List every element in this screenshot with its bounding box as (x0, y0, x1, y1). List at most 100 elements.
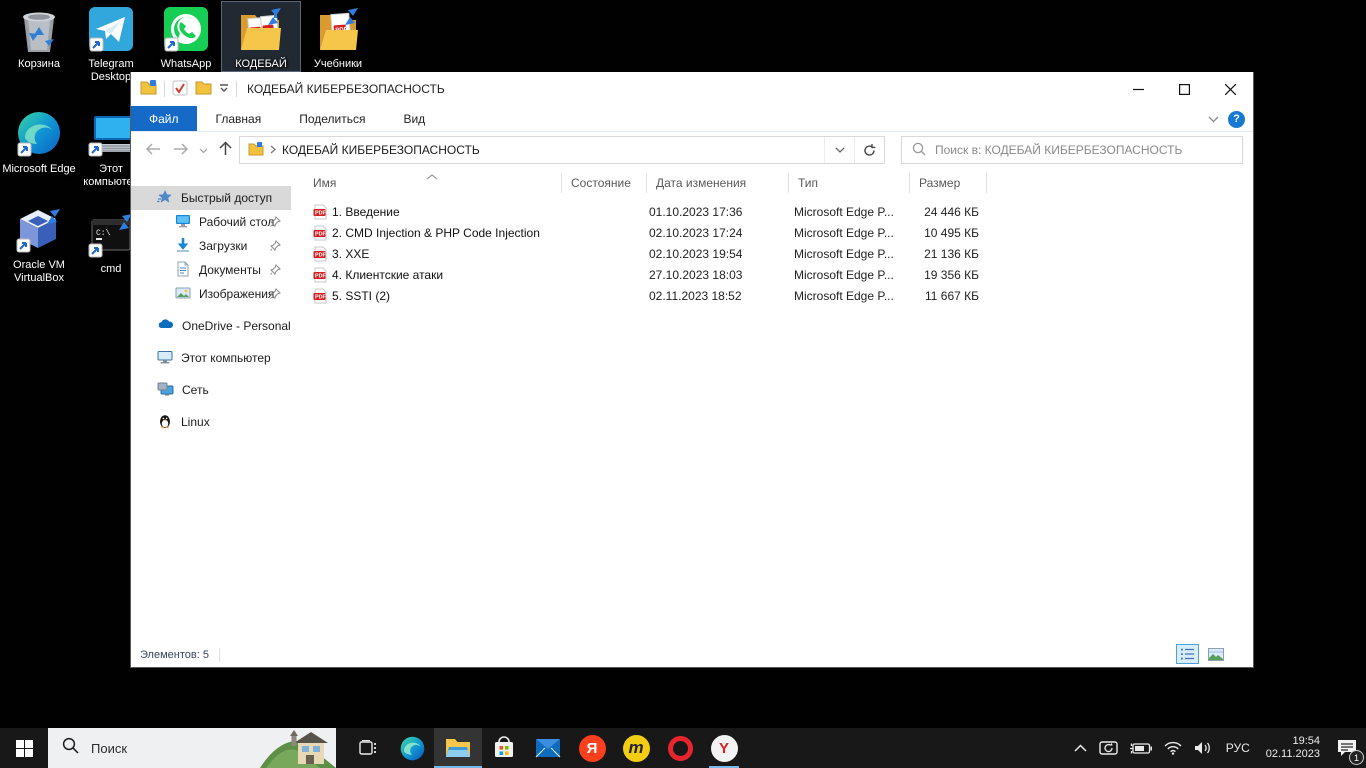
file-row[interactable]: PDF 2. CMD Injection & PHP Code Injectio… (291, 223, 1253, 244)
folder-icon[interactable] (195, 80, 212, 98)
desktop-icon-virtualbox[interactable]: Oracle VM VirtualBox (0, 206, 78, 285)
task-view-button[interactable] (346, 728, 390, 768)
breadcrumb-segment[interactable]: КОДЕБАЙ КИБЕРБЕЗОПАСНОСТЬ (282, 143, 480, 157)
address-history-chevron-icon[interactable] (824, 137, 854, 163)
taskbar-edge-button[interactable] (390, 728, 434, 768)
tray-battery-icon[interactable] (1124, 728, 1158, 768)
maximize-button[interactable] (1161, 72, 1207, 106)
sidebar-item-desktop[interactable]: Рабочий стол (131, 210, 291, 234)
desktop-icon-recycle-bin[interactable]: Корзина (0, 5, 78, 71)
column-header-type[interactable]: Тип (798, 176, 818, 190)
breadcrumb-chevron-icon[interactable] (270, 143, 276, 157)
details-view-button[interactable] (1176, 644, 1199, 664)
folder-pdf-icon: PDF (299, 5, 377, 55)
recent-locations-chevron-icon[interactable] (197, 143, 210, 157)
thumbnails-view-button[interactable] (1204, 644, 1227, 664)
desktop-monitor-icon (175, 213, 191, 232)
minimize-button[interactable] (1115, 72, 1161, 106)
desktop-icon-label: WhatsApp (147, 58, 225, 71)
tray-language-indicator[interactable]: РУС (1218, 741, 1258, 755)
svg-text:PDF: PDF (315, 273, 326, 279)
window-controls (1115, 72, 1253, 106)
refresh-button[interactable] (854, 137, 884, 163)
file-row[interactable]: PDF 4. Клиентские атаки 27.10.2023 18:03… (291, 265, 1253, 286)
action-center-button[interactable]: 1 (1328, 728, 1366, 768)
file-type: Microsoft Edge P... (794, 289, 894, 303)
sidebar-item-network[interactable]: Сеть (131, 378, 291, 402)
pdf-file-icon: PDF (313, 225, 328, 244)
svg-text:C:\: C:\ (96, 229, 111, 238)
sidebar-item-label: Документы (199, 263, 261, 277)
sidebar-item-documents[interactable]: Документы (131, 258, 291, 282)
address-path: КОДЕБАЙ КИБЕРБЕЗОПАСНОСТЬ (240, 142, 824, 159)
tray-clock[interactable]: 19:54 02.11.2023 (1258, 735, 1328, 761)
help-button[interactable]: ? (1228, 111, 1245, 128)
file-row[interactable]: PDF 1. Введение 01.10.2023 17:36 Microso… (291, 202, 1253, 223)
desktop-icon-uchebniki-folder[interactable]: PDF Учебники (299, 5, 377, 71)
column-header-name[interactable]: Имя (313, 176, 336, 190)
virtualbox-icon (0, 206, 78, 256)
file-type: Microsoft Edge P... (794, 205, 894, 219)
this-pc-icon (157, 349, 173, 368)
expand-ribbon-chevron-icon[interactable] (1208, 112, 1219, 126)
file-row[interactable]: PDF 5. SSTI (2) 02.11.2023 18:52 Microso… (291, 286, 1253, 307)
tab-file[interactable]: Файл (131, 106, 197, 131)
sidebar-item-quick-access[interactable]: Быстрый доступ (131, 186, 291, 210)
sidebar-item-pictures[interactable]: Изображения (131, 282, 291, 306)
back-button[interactable] (141, 143, 165, 158)
navigation-row: КОДЕБАЙ КИБЕРБЕЗОПАСНОСТЬ Поиск в: КОДЕБ… (131, 132, 1253, 168)
tab-home[interactable]: Главная (197, 106, 281, 131)
file-row[interactable]: PDF 3. XXE 02.10.2023 19:54 Microsoft Ed… (291, 244, 1253, 265)
column-header-date[interactable]: Дата изменения (656, 176, 746, 190)
sidebar-item-linux[interactable]: Linux (131, 410, 291, 434)
tray-time: 19:54 (1266, 735, 1320, 748)
view-buttons (1176, 644, 1227, 664)
qat-customize-chevron-icon[interactable] (219, 82, 229, 96)
pdf-file-icon: PDF (313, 288, 328, 307)
tab-view[interactable]: Вид (384, 106, 444, 131)
taskbar-yandex-browser-button[interactable]: Y (702, 728, 746, 768)
start-button[interactable] (0, 728, 48, 768)
taskbar-amigo-button[interactable]: m (614, 728, 658, 768)
properties-check-icon[interactable] (172, 80, 188, 99)
tray-wifi-icon[interactable] (1158, 728, 1188, 768)
sidebar-item-this-pc[interactable]: Этот компьютер (131, 346, 291, 370)
desktop-icon-label: Корзина (0, 58, 78, 71)
desktop-icon-kodebay-folder[interactable]: PDF КОДЕБАЙ (222, 2, 300, 71)
linux-penguin-icon (157, 413, 173, 432)
taskbar-explorer-button[interactable] (434, 728, 482, 768)
new-folder-icon[interactable] (140, 80, 157, 98)
onedrive-cloud-icon (157, 317, 174, 336)
search-input[interactable]: Поиск в: КОДЕБАЙ КИБЕРБЕЗОПАСНОСТЬ (901, 136, 1243, 164)
column-header-status[interactable]: Состояние (571, 176, 631, 190)
sidebar-item-onedrive[interactable]: OneDrive - Personal (131, 314, 291, 338)
taskbar-search-input[interactable]: Поиск (48, 728, 336, 768)
edge-icon (0, 110, 78, 160)
up-button[interactable] (214, 141, 237, 159)
forward-button[interactable] (169, 143, 193, 158)
tab-share[interactable]: Поделиться (280, 106, 384, 131)
close-button[interactable] (1207, 72, 1253, 106)
column-header-size[interactable]: Размер (919, 176, 960, 190)
explorer-main: Быстрый доступ Рабочий стол Загрузки (131, 168, 1253, 643)
search-highlight-picture[interactable] (260, 728, 336, 768)
file-name: 5. SSTI (2) (332, 289, 390, 303)
taskbar-store-button[interactable] (482, 728, 526, 768)
tray-cast-icon[interactable] (1093, 728, 1124, 768)
desktop-icon-whatsapp[interactable]: WhatsApp (147, 5, 225, 71)
download-arrow-icon (175, 237, 191, 256)
address-bar[interactable]: КОДЕБАЙ КИБЕРБЕЗОПАСНОСТЬ (239, 136, 885, 164)
sidebar-item-downloads[interactable]: Загрузки (131, 234, 291, 258)
tray-volume-icon[interactable] (1188, 728, 1218, 768)
taskbar-opera-button[interactable] (658, 728, 702, 768)
file-date: 27.10.2023 18:03 (649, 268, 742, 282)
system-tray: РУС 19:54 02.11.2023 1 (1068, 728, 1366, 768)
tray-chevron-up-icon[interactable] (1068, 728, 1093, 768)
desktop-icon-edge[interactable]: Microsoft Edge (0, 110, 78, 176)
explorer-window: КОДЕБАЙ КИБЕРБЕЗОПАСНОСТЬ Файл Главная П… (130, 72, 1254, 668)
taskbar-mail-button[interactable] (526, 728, 570, 768)
file-rows: PDF 1. Введение 01.10.2023 17:36 Microso… (291, 202, 1253, 307)
taskbar-yandex-search-button[interactable]: Я (570, 728, 614, 768)
file-name: 2. CMD Injection & PHP Code Injection (332, 226, 540, 240)
sidebar-item-label: Изображения (199, 287, 274, 301)
